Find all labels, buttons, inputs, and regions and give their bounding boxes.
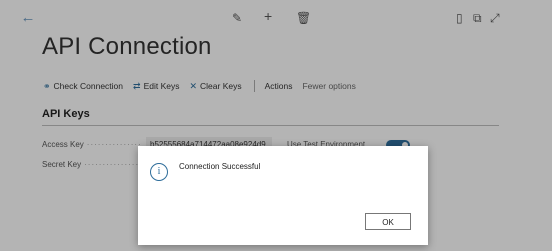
info-icon: i [150,163,168,181]
message-dialog: i Connection Successful OK [138,146,428,245]
dialog-message: Connection Successful [179,162,261,171]
back-arrow-icon[interactable]: ← [16,8,40,28]
ok-button[interactable]: OK [365,213,411,230]
